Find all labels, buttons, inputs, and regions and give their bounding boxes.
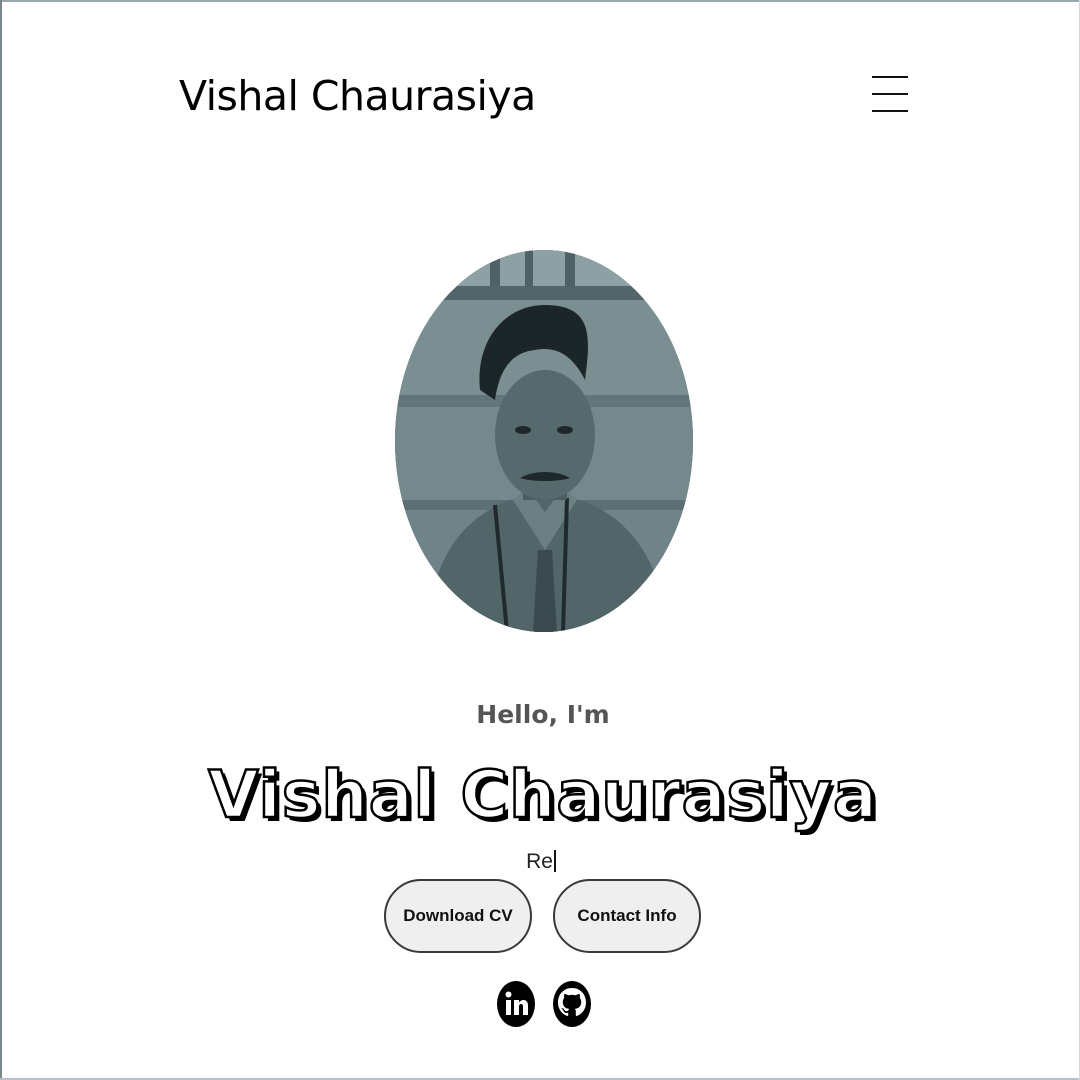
window-left-border [0, 0, 2, 1080]
hamburger-menu-icon[interactable] [870, 74, 910, 114]
typing-cursor [553, 850, 556, 872]
download-cv-button[interactable]: Download CV [384, 879, 532, 953]
hamburger-bar [872, 76, 908, 78]
hero-name: Vishal Chaurasiya [207, 757, 878, 835]
greeting-text: Hello, I'm [476, 700, 610, 729]
site-logo[interactable]: Vishal Chaurasiya [179, 66, 536, 126]
github-icon[interactable] [552, 980, 592, 1028]
hamburger-bar [872, 110, 908, 112]
profile-photo [395, 250, 693, 632]
window-top-border [0, 0, 1080, 2]
typed-text: Re [526, 850, 553, 873]
hamburger-bar [872, 93, 908, 95]
typed-role-text: Re [0, 848, 1080, 876]
linkedin-icon[interactable] [496, 980, 536, 1028]
contact-info-button[interactable]: Contact Info [553, 879, 701, 953]
